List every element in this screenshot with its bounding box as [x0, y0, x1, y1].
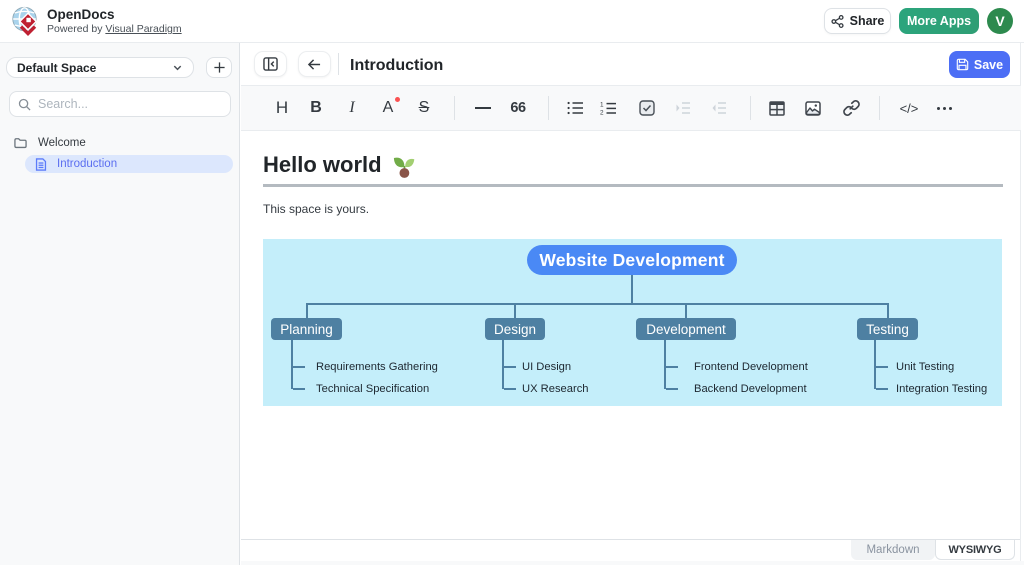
- svg-text:1: 1: [600, 101, 604, 108]
- svg-text:2: 2: [600, 109, 604, 115]
